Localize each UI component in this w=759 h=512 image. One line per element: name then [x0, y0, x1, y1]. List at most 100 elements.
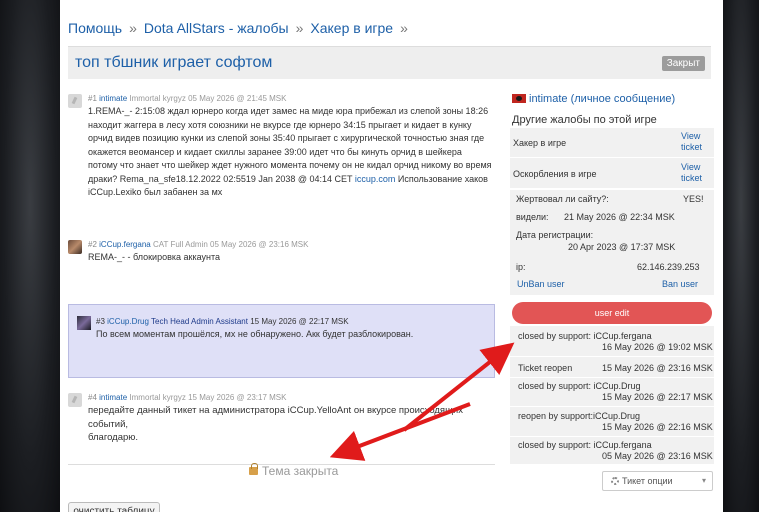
topic-locked-notice: Тема закрыта	[249, 463, 339, 478]
log-date: 16 May 2026 @ 19:02 MSK	[602, 342, 713, 352]
locked-label: Тема закрыта	[262, 464, 339, 478]
log-item: Ticket reopen 15 May 2026 @ 23:16 MSK	[518, 363, 714, 373]
log-date: 15 May 2026 @ 22:16 MSK	[602, 422, 713, 432]
post-meta: #3 iCCup.Drug Tech Head Admin Assistant …	[96, 317, 349, 326]
breadcrumb-separator: »	[400, 20, 408, 36]
ban-user-link[interactable]: Ban user	[662, 279, 698, 289]
post-meta: #2 iCCup.fergana CAT Full Admin 05 May 2…	[88, 240, 308, 249]
post-date: 05 May 2026 @ 21:45 MSK	[188, 94, 287, 103]
post-line: благодарю.	[88, 432, 139, 443]
lock-icon	[249, 463, 258, 475]
post-meta: #4 intimate Immortal kyrgyz 15 May 2026 …	[88, 393, 286, 402]
chevron-down-icon: ▾	[701, 476, 706, 485]
ip-label: ip:	[516, 262, 526, 272]
post-rank: CAT Full Admin	[152, 240, 208, 249]
breadcrumb-separator: »	[295, 20, 304, 36]
post-rank: Tech Head Admin Assistant	[151, 317, 248, 326]
view-ticket-link[interactable]: View ticket	[681, 162, 702, 184]
post-author[interactable]: intimate	[99, 94, 127, 103]
complaint-label: Оскорбления в игре	[513, 169, 597, 179]
last-seen-value: 21 May 2026 @ 22:34 MSK	[564, 212, 675, 222]
post-rank: Immortal kyrgyz	[129, 94, 186, 103]
divider	[510, 356, 714, 357]
ip-value: 62.146.239.253	[637, 262, 700, 272]
view-ticket-link[interactable]: View ticket	[681, 131, 702, 153]
post-date: 05 May 2026 @ 23:16 MSK	[210, 240, 309, 249]
view-ticket-text: View	[681, 162, 701, 172]
clear-table-button[interactable]: очистить таблицу	[68, 502, 160, 512]
avatar[interactable]	[68, 94, 82, 108]
post-body: REMA-_- - блокировка аккаунта	[88, 251, 498, 265]
breadcrumb: Помощь » Dota AllStars - жалобы » Хакер в иг…	[68, 20, 415, 36]
ticket-options-label: Тикет опции	[622, 476, 673, 486]
breadcrumb-dota-complaints[interactable]: Dota AllStars - жалобы	[144, 20, 289, 36]
topic-title: топ тбшник играет софтом	[75, 54, 273, 71]
private-message-link[interactable]: (личное сообщение)	[571, 93, 676, 105]
post-body: передайте данный тикет на администратора…	[88, 404, 498, 445]
log-action: closed by support: iCCup.Drug	[518, 381, 641, 391]
view-ticket-text: ticket	[681, 142, 703, 152]
log-item: reopen by support:iCCup.Drug 15 May 2026…	[518, 411, 714, 432]
sidebar-username[interactable]: intimate	[529, 93, 568, 105]
log-date: 15 May 2026 @ 23:16 MSK	[602, 363, 713, 373]
log-date: 05 May 2026 @ 23:16 MSK	[602, 451, 713, 461]
donated-label: Жертвовал ли сайту?:	[516, 194, 609, 204]
gear-icon	[611, 477, 619, 485]
sidebar-user: intimate (личное сообщение)	[512, 93, 675, 105]
post-link[interactable]: iccup.com	[355, 174, 396, 184]
post-number[interactable]: #1	[88, 94, 97, 103]
log-item: closed by support: iCCup.fergana 16 May …	[518, 331, 714, 352]
background-left	[0, 0, 60, 512]
post-line: iCCup.Lexiko был забанен за мх	[88, 187, 223, 197]
avatar[interactable]	[68, 240, 82, 254]
avatar[interactable]	[68, 393, 82, 407]
divider	[510, 377, 714, 378]
log-item: closed by support: iCCup.fergana 05 May …	[518, 440, 714, 461]
post-3: #3 iCCup.Drug Tech Head Admin Assistant …	[68, 304, 495, 378]
post-date: 15 May 2026 @ 23:17 MSK	[188, 393, 287, 402]
user-edit-button[interactable]: user edit	[512, 302, 712, 324]
post-text: Использование хаков	[395, 173, 488, 184]
status-badge: Закрыт	[661, 56, 705, 71]
post-meta: #1 intimate Immortal kyrgyz 05 May 2026 …	[88, 94, 286, 103]
flag-icon	[512, 94, 526, 103]
post-body: 1.REMA-_- 2:15:08 ждал юрнеро когда идет…	[88, 105, 498, 200]
log-action: closed by support: iCCup.fergana	[518, 440, 652, 450]
divider	[510, 436, 714, 437]
post-number[interactable]: #2	[88, 240, 97, 249]
post-rank: Immortal kyrgyz	[129, 393, 186, 402]
ticket-options-dropdown[interactable]: Тикет опции ▾	[602, 471, 713, 491]
post-number[interactable]: #3	[96, 317, 105, 326]
divider	[510, 157, 714, 158]
complaint-label: Хакер в игре	[513, 138, 567, 148]
breadcrumb-separator: »	[129, 20, 137, 36]
post-line: потому что знает что шейкер ждет нужного…	[88, 160, 492, 170]
post-line: находит жаггера в лесу хотя союзники не …	[88, 119, 472, 130]
post-author[interactable]: iCCup.fergana	[99, 240, 151, 249]
post-line: окажется веомансер и кидает скиллы заран…	[88, 146, 462, 157]
user-info-box: Жертвовал ли сайту?: YES! видели: 21 May…	[510, 190, 714, 295]
donated-value: YES!	[683, 194, 704, 204]
post-line: передайте данный тикет на администратора…	[88, 405, 463, 430]
post-body: По всем моментам прошёлся, мх не обнаруж…	[96, 329, 414, 339]
log-action: closed by support: iCCup.fergana	[518, 331, 652, 341]
complaints-list: Хакер в игре View ticket Оскорбления в и…	[510, 128, 714, 188]
last-seen-label: видели:	[516, 212, 549, 222]
post-author[interactable]: intimate	[99, 393, 127, 402]
post-line: орчид видев позицию кунки из слепой зоны…	[88, 133, 485, 143]
breadcrumb-hacker[interactable]: Хакер в игре	[310, 20, 393, 36]
post-author[interactable]: iCCup.Drug	[107, 317, 149, 326]
avatar[interactable]	[77, 316, 91, 330]
view-ticket-text: ticket	[681, 173, 703, 183]
post-date: 15 May 2026 @ 22:17 MSK	[250, 317, 349, 326]
post-text: драки? Rema_na_sfe18.12.2022 02:5519 Jan…	[88, 173, 353, 184]
background-right	[723, 0, 759, 512]
log-action: reopen by support:iCCup.Drug	[518, 411, 641, 421]
unban-user-link[interactable]: UnBan user	[517, 279, 565, 289]
view-ticket-text: View	[681, 131, 701, 141]
topic-title-bar: топ тбшник играет софтом Закрыт	[68, 46, 711, 79]
breadcrumb-help[interactable]: Помощь	[68, 20, 122, 36]
post-number[interactable]: #4	[88, 393, 97, 402]
registration-value: 20 Apr 2023 @ 17:37 MSK	[568, 242, 676, 252]
post-line: 1.REMA-_- 2:15:08 ждал юрнеро когда идет…	[88, 106, 489, 116]
